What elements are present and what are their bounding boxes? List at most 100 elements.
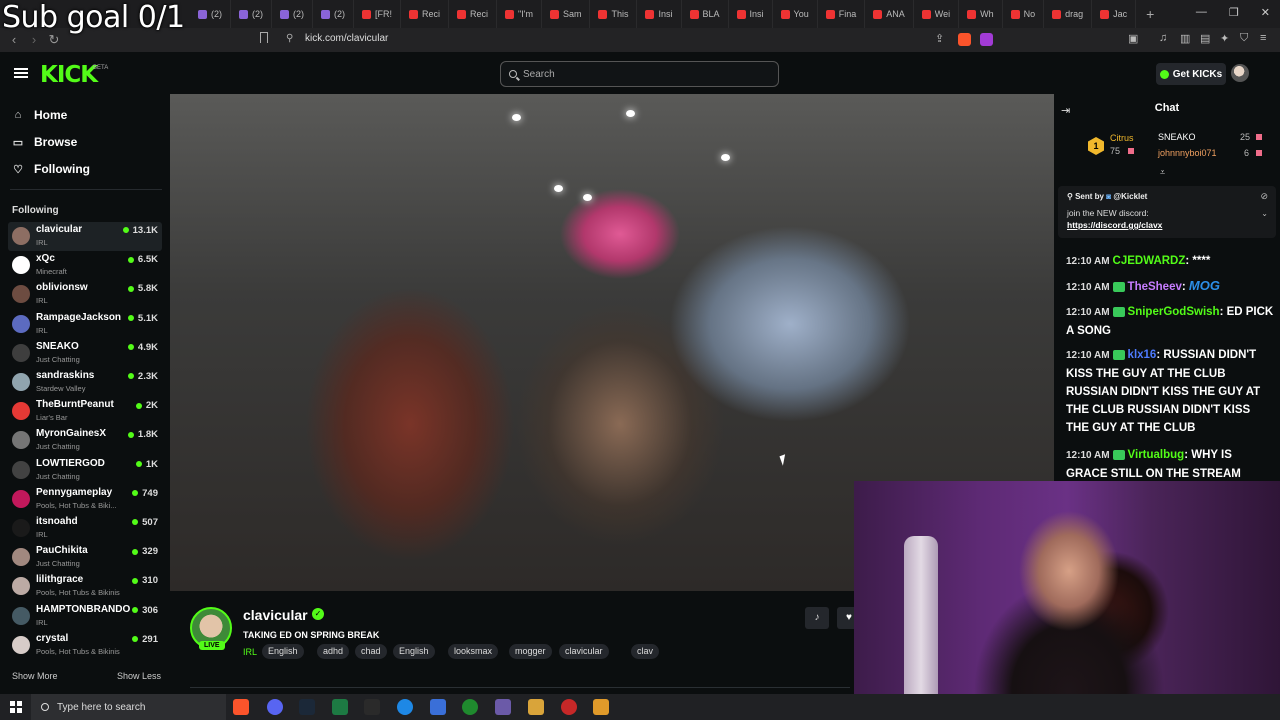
search-input[interactable] [523,68,763,80]
user-avatar[interactable] [1231,64,1249,82]
browser-tab[interactable]: This [590,0,638,28]
vpn-icon[interactable]: ⛉ [1240,32,1248,45]
mail-app-icon[interactable] [430,699,446,715]
brave-app-icon[interactable] [233,699,249,715]
kick-logo[interactable]: KICK [40,62,98,88]
screenshot-icon[interactable]: ▣ [1128,32,1138,45]
gifter-third-name[interactable]: johnnnyboi071 [1158,148,1217,158]
browser-tab[interactable]: (2) [190,0,231,28]
steam-app-icon[interactable] [299,699,315,715]
following-channel[interactable]: RampageJackson IRL 5.1K [8,310,162,339]
expand-icon[interactable]: ⌄ [1261,209,1268,218]
browser-tab[interactable]: Insi [637,0,682,28]
taskbar-search-box[interactable] [31,694,226,720]
browser-tab[interactable]: No [1003,0,1045,28]
url-field[interactable]: kick.com/clavicular [305,33,388,44]
following-channel[interactable]: oblivionsw IRL 5.8K [8,280,162,309]
blue-app-icon[interactable] [397,699,413,715]
message-username[interactable]: CJEDWARDZ [1113,255,1186,267]
stream-tag[interactable]: English [393,644,435,659]
media-icon[interactable]: ♫ [1159,32,1167,44]
discord-app-icon[interactable] [267,699,283,715]
xbox-app-icon[interactable] [462,699,478,715]
nav-following[interactable]: ♡ Following [12,162,90,176]
share-icon[interactable]: ⇪ [935,32,944,45]
browser-tab[interactable]: Reci [401,0,450,28]
browser-tab[interactable]: [FR! [354,0,401,28]
nav-browse[interactable]: ▭ Browse [12,135,78,149]
notify-bell-icon[interactable]: ♪ [805,607,829,629]
maximize-icon[interactable]: ❐ [1229,6,1239,19]
nav-home[interactable]: ⌂ Home [12,108,68,122]
minimize-icon[interactable]: — [1196,6,1207,19]
show-less-button[interactable]: Show Less [117,671,161,681]
browser-tab[interactable]: drag [1044,0,1093,28]
gifter-second-name[interactable]: SNEAKO [1158,132,1196,142]
browser-tab[interactable]: (2) [313,0,354,28]
message-username[interactable]: klx16 [1128,349,1157,361]
pin-toggle-icon[interactable]: ⩡ [1160,167,1165,178]
unpin-icon[interactable]: ⊘ [1260,191,1268,202]
show-more-button[interactable]: Show More [12,671,58,681]
browser-tab[interactable]: Sam [542,0,591,28]
search-box[interactable] [500,61,779,87]
following-channel[interactable]: xQc Minecraft 6.5K [8,251,162,280]
pinned-sender[interactable]: @Kicklet [1113,192,1147,201]
browser-tab[interactable]: (2) [272,0,313,28]
site-info-icon[interactable]: ⚲ [286,33,293,44]
streamer-name[interactable]: clavicular [243,607,308,623]
message-username[interactable]: TheSheev [1128,281,1182,293]
stream-tag[interactable]: looksmax [448,644,499,659]
message-username[interactable]: SniperGodSwish [1128,306,1220,318]
bookmark-icon[interactable] [260,32,268,43]
following-channel[interactable]: clavicular IRL 13.1K [8,222,162,251]
following-channel[interactable]: sandraskins Stardew Valley 2.3K [8,368,162,397]
message-username[interactable]: Virtualbug [1128,449,1185,461]
browser-tab[interactable]: Reci [449,0,498,28]
following-channel[interactable]: lilithgrace Pools, Hot Tubs & Bikinis 310 [8,572,162,601]
files-app-icon[interactable] [528,699,544,715]
brave-shield-icon[interactable] [958,33,971,46]
following-channel[interactable]: Pennygameplay Pools, Hot Tubs & Biki... 74… [8,485,162,514]
close-icon[interactable]: ✕ [1261,6,1270,19]
stream-tag[interactable]: clavicular [559,644,609,659]
browser-tab[interactable]: You [773,0,818,28]
browser-tab[interactable]: (2) [231,0,272,28]
sidebar-icon[interactable]: ▥ [1180,32,1190,45]
wallet-icon[interactable]: ▤ [1200,32,1210,45]
following-channel[interactable]: MyronGainesX Just Chatting 1.8K [8,426,162,455]
following-channel[interactable]: LOWTIERGOD Just Chatting 1K [8,456,162,485]
stream-tag[interactable]: clav [631,644,660,659]
new-tab-button[interactable]: + [1136,6,1164,22]
stream-category[interactable]: IRL [243,647,257,657]
red-app-icon[interactable] [561,699,577,715]
stream-tag[interactable]: chad [355,644,387,659]
browser-tab[interactable]: Jac [1092,0,1137,28]
shield-app-icon[interactable] [495,699,511,715]
taskbar-search-input[interactable] [57,701,207,713]
stream-tag[interactable]: adhd [317,644,350,659]
browser-tab[interactable]: Insi [729,0,773,28]
browser-tab[interactable]: Wei [914,0,960,28]
get-kicks-button[interactable]: Get KICKs [1156,63,1226,85]
following-channel[interactable]: SNEAKO Just Chatting 4.9K [8,339,162,368]
following-channel[interactable]: HAMPTONBRANDO IRL 306 [8,602,162,631]
stream-tag[interactable]: English [262,644,304,659]
brave-rewards-icon[interactable] [980,33,993,46]
following-channel[interactable]: PauChikita Just Chatting 329 [8,543,162,572]
spreadsheet-app-icon[interactable] [332,699,348,715]
ai-icon[interactable]: ✦ [1220,32,1229,45]
browser-tab[interactable]: ANA [865,0,914,28]
following-channel[interactable]: crystal Pools, Hot Tubs & Bikinis 291 [8,631,162,660]
browser-tab[interactable]: Wh [959,0,1003,28]
following-channel[interactable]: itsnoahd IRL 507 [8,514,162,543]
hamburger-menu-icon[interactable] [14,68,28,78]
browser-tab[interactable]: "I'm [497,0,542,28]
pinned-link[interactable]: https://discord.gg/clavx [1067,220,1162,230]
browser-tab[interactable]: Fina [818,0,866,28]
windows-start-icon[interactable] [10,701,22,713]
following-channel[interactable]: TheBurntPeanut Liar's Bar 2K [8,397,162,426]
browser-tab[interactable]: BLA [682,0,729,28]
obs-app-icon[interactable] [593,699,609,715]
stream-tag[interactable]: mogger [509,644,552,659]
